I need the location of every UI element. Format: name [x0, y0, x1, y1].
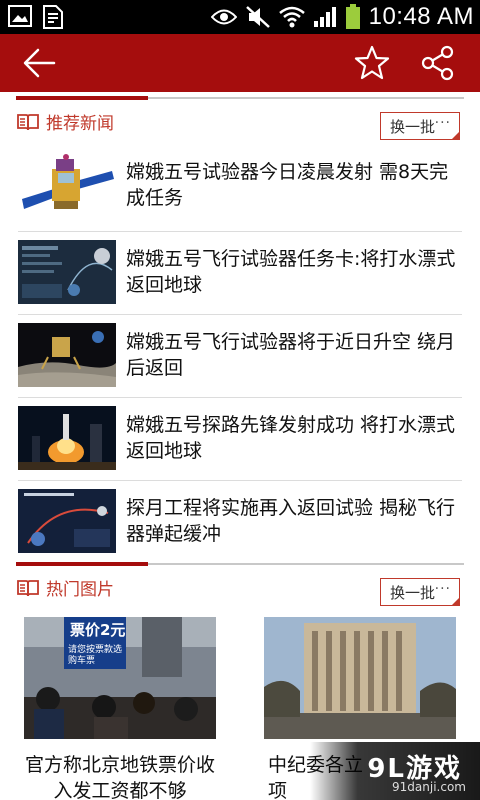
book-icon — [17, 113, 39, 130]
building-photo — [264, 617, 456, 739]
gallery-notification-icon — [8, 5, 32, 27]
lunar-lander-thumbnail — [18, 323, 116, 387]
ticket-price-sign: 票价2元 — [70, 621, 126, 639]
refresh-batch-label: 换一批 — [390, 583, 436, 602]
news-title: 嫦娥五号试验器今日凌晨发射 需8天完成任务 — [126, 161, 449, 209]
site-watermark: 9L游戏 91danji.com — [310, 742, 480, 800]
news-item[interactable]: 嫦娥五号试验器今日凌晨发射 需8天完成任务 — [0, 153, 480, 237]
wifi-icon — [278, 6, 305, 28]
recommend-section: 推荐新闻 换一批 ··· 嫦娥五号试验器今日凌晨发射 需8天完成任务 嫦娥五号飞… — [0, 96, 480, 557]
document-notification-icon — [43, 5, 63, 29]
list-divider — [18, 314, 462, 315]
section-header: 推荐新闻 — [16, 109, 114, 134]
button-corner — [451, 597, 460, 606]
app-bar — [0, 34, 480, 92]
more-dots: ··· — [434, 115, 451, 131]
mission-card-image — [18, 240, 116, 304]
watermark-domain: 91danji.com — [392, 780, 466, 794]
clock: 10:48 AM — [368, 3, 474, 30]
news-title: 探月工程将实施再入返回试验 揭秘飞行器弹起缓冲 — [126, 497, 456, 545]
back-arrow-icon[interactable] — [20, 45, 60, 81]
signal-icon — [313, 7, 336, 27]
photo-card-subway[interactable]: 票价2元 请您按票款选购车票 — [24, 617, 216, 739]
share-icon[interactable] — [418, 43, 458, 83]
refresh-batch-label: 换一批 — [390, 117, 436, 136]
rocket-launch-image — [18, 406, 116, 470]
list-divider — [18, 480, 462, 481]
system-icons: 10:48 AM — [210, 0, 474, 34]
photo-caption: 官方称北京地铁票价收入发工资都不够 — [24, 754, 215, 800]
news-title: 嫦娥五号探路先锋发射成功 将打水漂式返回地球 — [126, 414, 456, 462]
battery-icon — [345, 4, 360, 29]
news-item[interactable]: 探月工程将实施再入返回试验 揭秘飞行器弹起缓冲 — [0, 489, 480, 573]
eye-icon — [210, 9, 237, 25]
button-corner — [451, 131, 460, 140]
section-rule-accent — [16, 562, 148, 566]
news-title: 嫦娥五号飞行试验器任务卡:将打水漂式返回地球 — [126, 248, 456, 296]
mission-card-thumbnail — [18, 240, 116, 304]
list-divider — [18, 231, 462, 232]
mute-icon — [245, 6, 270, 28]
news-title: 嫦娥五号飞行试验器将于近日升空 绕月后返回 — [126, 331, 456, 379]
refresh-batch-button[interactable]: 换一批 ··· — [380, 112, 460, 140]
section-header: 热门图片 — [16, 575, 114, 600]
section-title: 热门图片 — [46, 580, 114, 600]
reentry-diagram-image — [18, 489, 116, 553]
book-icon — [17, 579, 39, 596]
more-dots: ··· — [434, 581, 451, 597]
news-item[interactable]: 嫦娥五号探路先锋发射成功 将打水漂式返回地球 — [0, 406, 480, 490]
lunar-lander-image — [18, 323, 116, 387]
section-title: 推荐新闻 — [46, 114, 114, 134]
notification-icons — [8, 5, 64, 29]
status-bar: 10:48 AM — [0, 0, 480, 34]
list-divider — [18, 397, 462, 398]
news-item[interactable]: 嫦娥五号飞行试验器任务卡:将打水漂式返回地球 — [0, 240, 480, 324]
reentry-diagram-thumbnail — [18, 489, 116, 553]
satellite-thumbnail — [18, 153, 116, 217]
ticket-instruction-sign: 请您按票款选购车票 — [68, 645, 123, 666]
rocket-launch-thumbnail — [18, 406, 116, 470]
satellite-image — [18, 153, 116, 217]
photo-card-building[interactable] — [264, 617, 456, 739]
section-rule-accent — [16, 96, 148, 100]
favorite-star-icon[interactable] — [352, 43, 392, 83]
news-item[interactable]: 嫦娥五号飞行试验器将于近日升空 绕月后返回 — [0, 323, 480, 407]
refresh-batch-button[interactable]: 换一批 ··· — [380, 578, 460, 606]
